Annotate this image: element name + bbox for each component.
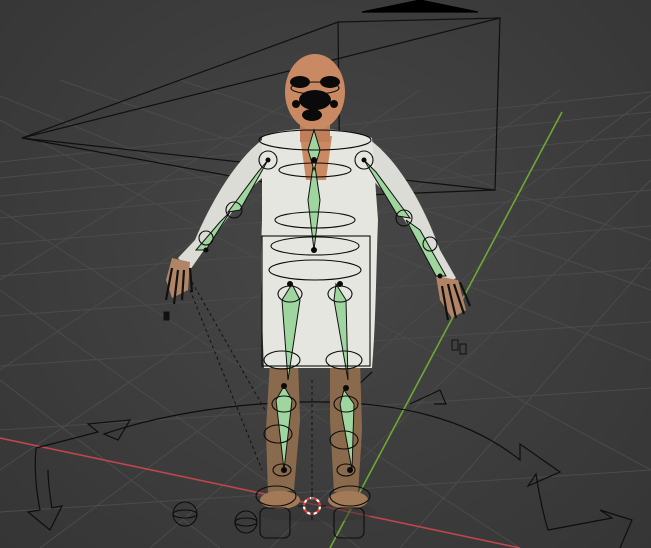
camera-up-triangle-icon [361, 0, 479, 13]
character-mesh[interactable] [166, 54, 466, 522]
ik-pole-left-icon [172, 501, 198, 527]
mesh-right-arm [370, 140, 456, 286]
viewport-canvas[interactable] [0, 0, 651, 548]
3d-viewport[interactable] [0, 0, 651, 548]
